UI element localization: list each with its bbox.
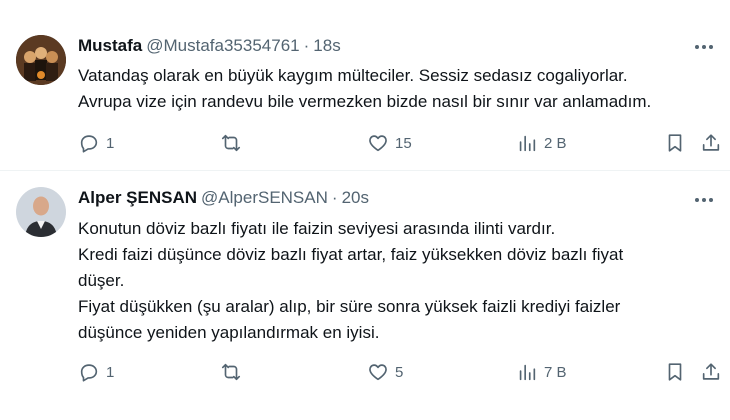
retweet-button[interactable] [220, 359, 248, 385]
bookmark-icon [668, 134, 682, 152]
view-count: 2 B [544, 134, 567, 152]
user-name[interactable]: Mustafa [78, 36, 142, 55]
tweet-line: Fiyat düşükken (şu aralar) alıp, bir sür… [78, 297, 621, 316]
reply-count: 1 [106, 363, 115, 381]
view-count: 7 B [544, 363, 567, 381]
like-count: 5 [395, 363, 404, 381]
tweet-line: Avrupa vize için randevu bile vermezken … [78, 92, 652, 111]
tweet-line: Vatandaş olarak en büyük kaygım mültecil… [78, 66, 628, 85]
bookmark-button[interactable] [664, 130, 686, 156]
avatar[interactable] [16, 187, 66, 237]
action-bar: 1 15 2 B [0, 130, 730, 156]
avatar[interactable] [16, 35, 66, 85]
reply-count: 1 [106, 134, 115, 152]
tweet[interactable]: Mustafa @Mustafa35354761 · 18s Vatandaş ola… [0, 0, 730, 170]
heart-icon [369, 364, 387, 381]
bookmark-button[interactable] [664, 359, 686, 385]
reply-button[interactable]: 1 [78, 130, 114, 156]
reply-icon [80, 364, 98, 382]
bookmark-icon [668, 363, 682, 381]
views-chart-icon [519, 135, 536, 152]
timestamp[interactable]: 18s [313, 36, 340, 55]
like-button[interactable]: 15 [367, 130, 412, 156]
separator: · [303, 36, 310, 55]
share-button[interactable] [700, 359, 722, 385]
like-count: 15 [395, 134, 412, 152]
user-handle[interactable]: @Mustafa35354761 [146, 36, 299, 55]
retweet-button[interactable] [220, 130, 248, 156]
tweet-text: Konutun döviz bazlı fiyatı ile faizin se… [78, 216, 718, 346]
share-icon [702, 134, 720, 151]
views-chart-icon [519, 364, 536, 381]
separator: · [331, 188, 338, 207]
tweet-header: Mustafa @Mustafa35354761 · 18s [78, 35, 341, 57]
tweet-line: düşer. [78, 271, 125, 290]
more-icon[interactable] [692, 190, 716, 210]
reply-button[interactable]: 1 [78, 359, 114, 385]
heart-icon [369, 135, 387, 152]
reply-icon [80, 135, 98, 153]
timestamp[interactable]: 20s [342, 188, 369, 207]
views-button[interactable]: 7 B [516, 359, 567, 385]
retweet-icon [221, 134, 241, 152]
tweet-line: düşünce yeniden yapılandırmak en iyisi. [78, 323, 380, 342]
tweet-header: Alper ŞENSAN @AlperSENSAN · 20s [78, 187, 369, 209]
tweet[interactable]: Alper ŞENSAN @AlperSENSAN · 20s Konutun döv… [0, 170, 730, 420]
share-icon [702, 363, 720, 380]
share-button[interactable] [700, 130, 722, 156]
user-name[interactable]: Alper ŞENSAN [78, 188, 197, 207]
tweet-line: Konutun döviz bazlı fiyatı ile faizin se… [78, 219, 556, 238]
action-bar: 1 5 7 B [0, 359, 730, 385]
tweet-text: Vatandaş olarak en büyük kaygım mültecil… [78, 63, 718, 115]
views-button[interactable]: 2 B [516, 130, 567, 156]
like-button[interactable]: 5 [367, 359, 403, 385]
retweet-icon [221, 363, 241, 381]
more-icon[interactable] [692, 37, 716, 57]
user-handle[interactable]: @AlperSENSAN [201, 188, 328, 207]
tweet-line: Kredi faizi düşünce döviz bazlı fiyat ar… [78, 245, 624, 264]
